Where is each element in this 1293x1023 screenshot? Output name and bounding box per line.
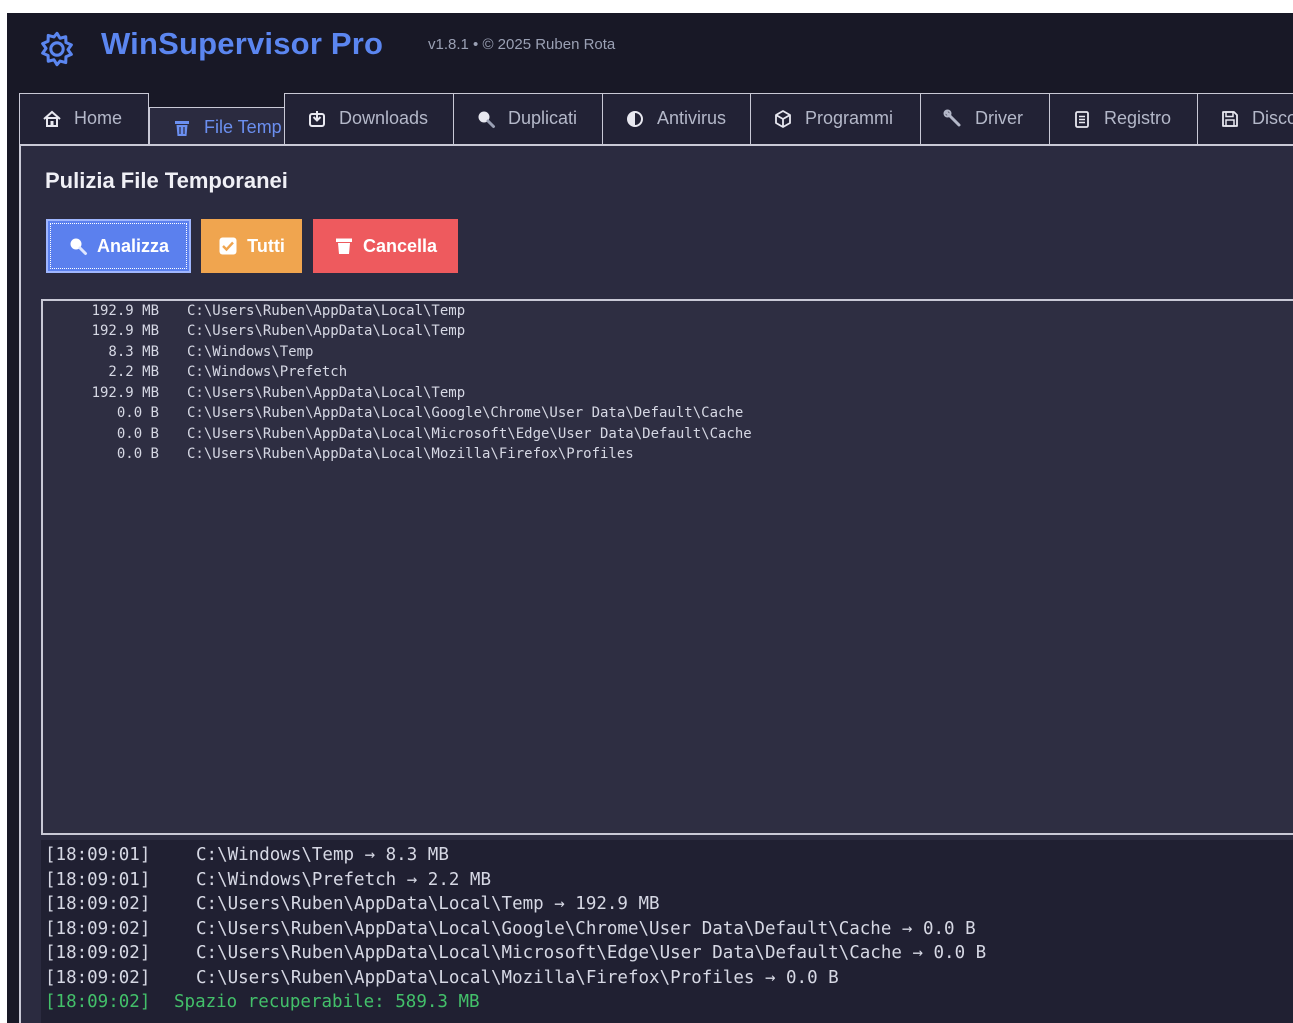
half-circle-shield-icon bbox=[627, 110, 643, 127]
log-message: Spazio recuperabile: 589.3 MB bbox=[174, 992, 480, 1012]
file-size: 192.9 MB bbox=[91, 303, 159, 319]
log-message: C:\Users\Ruben\AppData\Local\Temp → 192.… bbox=[196, 894, 660, 914]
clipboard-icon bbox=[1075, 110, 1089, 128]
log-message: C:\Users\Ruben\AppData\Local\Mozilla\Fir… bbox=[196, 968, 839, 988]
app-header: WinSupervisor Pro v1.8.1 • © 2025 Ruben … bbox=[7, 13, 1293, 85]
file-size: 8.3 MB bbox=[108, 344, 159, 360]
package-box-icon bbox=[775, 109, 791, 128]
tab-label: Disco bbox=[1252, 108, 1293, 128]
file-size: 192.9 MB bbox=[91, 385, 159, 401]
file-path: C:\Windows\Temp bbox=[187, 344, 314, 360]
delete-button-label: Cancella bbox=[362, 235, 438, 256]
tab-disco[interactable]: Disco bbox=[1197, 93, 1293, 144]
tab-label: Home bbox=[74, 108, 123, 128]
file-size: 0.0 B bbox=[116, 446, 159, 462]
file-path: C:\Users\Ruben\AppData\Local\Microsoft\E… bbox=[187, 426, 752, 442]
floppy-disk-icon bbox=[1222, 110, 1238, 127]
log-message: C:\Windows\Prefetch → 2.2 MB bbox=[196, 870, 492, 890]
gear-cog-icon bbox=[41, 31, 73, 67]
tab-label: File Temp bbox=[204, 117, 282, 137]
analyze-button-label: Analizza bbox=[96, 235, 170, 256]
magnifier-icon bbox=[478, 111, 495, 128]
log-timestamp: [18:09:02] bbox=[45, 894, 151, 914]
file-path: C:\Users\Ruben\AppData\Local\Temp bbox=[187, 303, 466, 319]
file-size: 192.9 MB bbox=[91, 323, 159, 339]
file-size: 0.0 B bbox=[116, 405, 159, 421]
app-window: WinSupervisor Pro v1.8.1 • © 2025 Ruben … bbox=[7, 13, 1293, 1023]
checkbox-icon bbox=[219, 237, 237, 255]
log-timestamp: [18:09:01] bbox=[45, 845, 151, 865]
home-icon bbox=[43, 110, 61, 127]
tab-label: Downloads bbox=[339, 108, 429, 128]
log-timestamp: [18:09:02] bbox=[45, 992, 151, 1012]
tab-label: Antivirus bbox=[657, 108, 727, 128]
log-timestamp: [18:09:02] bbox=[45, 943, 151, 963]
delete-button[interactable]: Cancella bbox=[313, 219, 458, 273]
tab-file-temp[interactable]: File Temp bbox=[149, 107, 285, 145]
tab-antivirus[interactable]: Antivirus bbox=[602, 93, 751, 144]
file-temp-panel: Pulizia File Temporanei Analizza Tutti C… bbox=[19, 146, 1293, 1023]
tab-driver[interactable]: Driver bbox=[920, 93, 1050, 144]
log-timestamp: [18:09:01] bbox=[45, 870, 151, 890]
file-path: C:\Users\Ruben\AppData\Local\Temp bbox=[187, 323, 466, 339]
log-console[interactable]: [18:09:01] C:\Windows\Temp → 8.3 MB [18:… bbox=[41, 840, 1293, 1023]
file-path: C:\Users\Ruben\AppData\Local\Mozilla\Fir… bbox=[187, 446, 634, 462]
tab-downloads[interactable]: Downloads bbox=[284, 93, 454, 144]
file-size: 0.0 B bbox=[116, 426, 159, 442]
tab-label: Duplicati bbox=[508, 108, 578, 128]
panel-title: Pulizia File Temporanei bbox=[45, 168, 288, 193]
wrench-icon bbox=[943, 109, 961, 126]
file-path: C:\Windows\Prefetch bbox=[187, 364, 348, 380]
log-message: C:\Users\Ruben\AppData\Local\Microsoft\E… bbox=[196, 943, 987, 963]
log-message: C:\Users\Ruben\AppData\Local\Google\Chro… bbox=[196, 919, 976, 939]
log-timestamp: [18:09:02] bbox=[45, 919, 151, 939]
file-size: 2.2 MB bbox=[108, 364, 159, 380]
tab-bar: Home File Temp Downloads Duplicati Antiv… bbox=[7, 85, 1293, 145]
select-all-button[interactable]: Tutti bbox=[201, 219, 302, 273]
tab-registro[interactable]: Registro bbox=[1049, 93, 1198, 144]
log-timestamp: [18:09:02] bbox=[45, 968, 151, 988]
trash-bin-icon bbox=[175, 120, 189, 136]
tab-label: Programmi bbox=[805, 108, 894, 128]
file-path: C:\Users\Ruben\AppData\Local\Temp bbox=[187, 385, 466, 401]
trash-bin-icon bbox=[335, 238, 352, 254]
file-path: C:\Users\Ruben\AppData\Local\Google\Chro… bbox=[187, 405, 744, 421]
tab-programmi[interactable]: Programmi bbox=[750, 93, 921, 144]
tab-label: Driver bbox=[975, 108, 1023, 128]
select-all-button-label: Tutti bbox=[247, 235, 285, 256]
temp-files-list[interactable]: 192.9 MB C:\Users\Ruben\AppData\Local\Te… bbox=[41, 299, 1293, 835]
download-tray-icon bbox=[309, 110, 325, 127]
analyze-button[interactable]: Analizza bbox=[46, 219, 191, 273]
app-title: WinSupervisor Pro bbox=[101, 26, 384, 61]
tab-label: Registro bbox=[1104, 108, 1172, 128]
app-version: v1.8.1 • © 2025 Ruben Rota bbox=[428, 36, 616, 53]
tab-duplicati[interactable]: Duplicati bbox=[453, 93, 603, 144]
tab-home[interactable]: Home bbox=[19, 93, 149, 144]
magnifier-icon bbox=[70, 238, 87, 255]
log-message: C:\Windows\Temp → 8.3 MB bbox=[196, 845, 449, 865]
